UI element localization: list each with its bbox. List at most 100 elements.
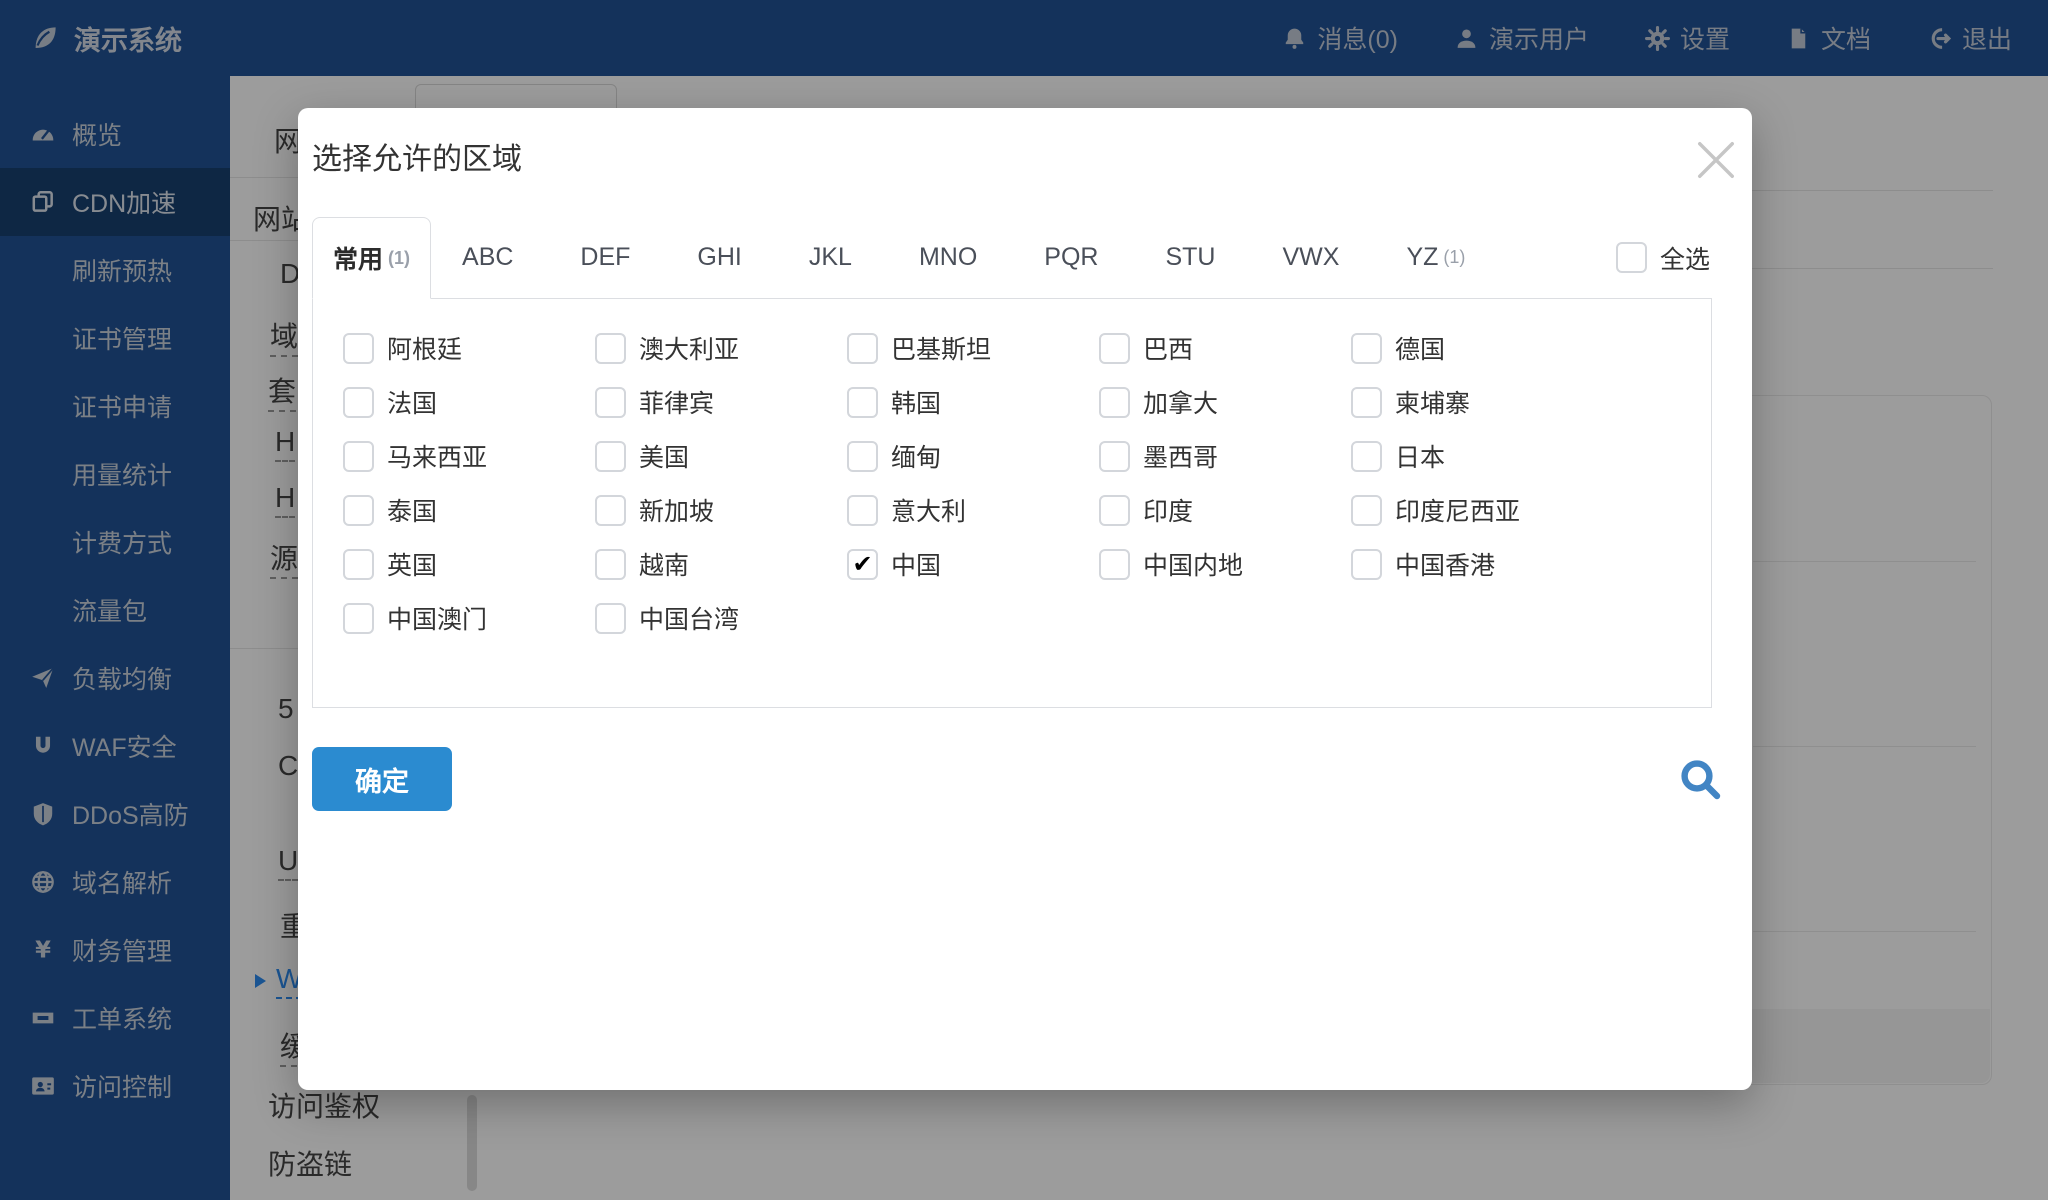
select-all-checkbox[interactable] [1615, 242, 1647, 273]
region-checkbox[interactable]: ✔ [1099, 440, 1130, 472]
tab[interactable]: VWX [1251, 217, 1375, 298]
region-label: 越南 [639, 552, 690, 580]
region-checkbox[interactable]: ✔ [343, 386, 374, 418]
close-icon [1690, 134, 1742, 186]
region-option[interactable]: ✔ 印度尼西亚 [1351, 492, 1603, 528]
region-label: 法国 [387, 390, 438, 418]
region-option[interactable]: ✔ 巴基斯坦 [847, 330, 1099, 366]
region-label: 美国 [639, 444, 690, 472]
tab[interactable]: YZ (1) [1375, 217, 1496, 298]
check-icon: ✔ [852, 549, 873, 578]
region-option[interactable]: ✔ 墨西哥 [1099, 438, 1351, 474]
region-select-modal: 选择允许的区域 全选 常用 (1) ABC DEF GHI JKL MNO PQ… [298, 108, 1752, 1090]
region-option[interactable]: ✔ 泰国 [343, 492, 595, 528]
region-option[interactable]: ✔ 越南 [595, 546, 847, 582]
tab[interactable]: MNO [888, 217, 1013, 298]
region-label: 中国内地 [1143, 552, 1244, 580]
region-option[interactable]: ✔ 澳大利亚 [595, 330, 847, 366]
region-option[interactable]: ✔ 马来西亚 [343, 438, 595, 474]
region-option[interactable]: ✔ 巴西 [1099, 330, 1351, 366]
region-checkbox[interactable]: ✔ [847, 440, 878, 472]
tab[interactable]: STU [1134, 217, 1251, 298]
tab-label: DEF [580, 243, 631, 271]
region-label: 韩国 [891, 390, 942, 418]
region-checkbox[interactable]: ✔ [1351, 332, 1382, 364]
tab-count: (1) [388, 247, 411, 268]
region-checkbox[interactable]: ✔ [1351, 386, 1382, 418]
region-label: 印度尼西亚 [1395, 498, 1521, 526]
search-icon [1676, 755, 1724, 803]
region-checkbox[interactable]: ✔ [1099, 332, 1130, 364]
region-option[interactable]: ✔ 中国香港 [1351, 546, 1603, 582]
region-option[interactable]: ✔ 中国澳门 [343, 600, 595, 636]
region-checkbox[interactable]: ✔ [1351, 440, 1382, 472]
tab[interactable]: PQR [1013, 217, 1134, 298]
region-label: 菲律宾 [639, 390, 715, 418]
region-option[interactable]: ✔ 美国 [595, 438, 847, 474]
tab-bar: 全选 常用 (1) ABC DEF GHI JKL MNO PQR STU VW… [312, 217, 1712, 299]
tab-label: ABC [462, 243, 514, 271]
region-option[interactable]: ✔ 缅甸 [847, 438, 1099, 474]
region-label: 中国 [891, 552, 942, 580]
region-option[interactable]: ✔ 新加坡 [595, 492, 847, 528]
region-checkbox[interactable]: ✔ [847, 494, 878, 526]
region-checkbox[interactable]: ✔ [595, 440, 626, 472]
tab[interactable]: 常用 (1) [312, 217, 432, 299]
region-option[interactable]: ✔ 菲律宾 [595, 384, 847, 420]
region-checkbox[interactable]: ✔ [847, 332, 878, 364]
region-checkbox[interactable]: ✔ [343, 548, 374, 580]
region-checkbox[interactable]: ✔ [595, 332, 626, 364]
search-button[interactable] [1676, 755, 1724, 803]
region-checkbox[interactable]: ✔ [343, 602, 374, 634]
region-panel: ✔ 阿根廷 ✔ 澳大利亚 ✔ 巴基斯坦 ✔ [312, 299, 1712, 708]
tab-label: STU [1165, 243, 1216, 271]
tab-label: JKL [808, 243, 852, 271]
region-option[interactable]: ✔ 印度 [1099, 492, 1351, 528]
region-checkbox[interactable]: ✔ [1099, 494, 1130, 526]
region-option[interactable]: ✔ 日本 [1351, 438, 1603, 474]
region-checkbox[interactable]: ✔ [343, 440, 374, 472]
region-checkbox[interactable]: ✔ [343, 332, 374, 364]
region-checkbox[interactable]: ✔ [1351, 548, 1382, 580]
region-label: 巴基斯坦 [891, 336, 992, 364]
region-grid: ✔ 阿根廷 ✔ 澳大利亚 ✔ 巴基斯坦 ✔ [313, 299, 1711, 645]
region-checkbox[interactable]: ✔ [1099, 386, 1130, 418]
region-label: 新加坡 [639, 498, 715, 526]
region-option[interactable]: ✔ 中国内地 [1099, 546, 1351, 582]
tab[interactable]: ABC [431, 217, 549, 298]
region-label: 德国 [1395, 336, 1446, 364]
region-checkbox[interactable]: ✔ [343, 494, 374, 526]
region-checkbox[interactable]: ✔ [595, 602, 626, 634]
region-option[interactable]: ✔ 法国 [343, 384, 595, 420]
region-option[interactable]: ✔ 韩国 [847, 384, 1099, 420]
region-checkbox[interactable]: ✔ [1351, 494, 1382, 526]
region-option[interactable]: ✔ 中国 [847, 546, 1099, 582]
tab[interactable]: DEF [549, 217, 666, 298]
region-option[interactable]: ✔ 加拿大 [1099, 384, 1351, 420]
select-all-label: 全选 [1659, 245, 1710, 274]
region-checkbox[interactable]: ✔ [847, 386, 878, 418]
region-option[interactable]: ✔ 柬埔寨 [1351, 384, 1603, 420]
region-option[interactable]: ✔ 英国 [343, 546, 595, 582]
region-checkbox[interactable]: ✔ [1099, 548, 1130, 580]
region-label: 加拿大 [1143, 390, 1219, 418]
region-label: 印度 [1143, 498, 1194, 526]
region-checkbox[interactable]: ✔ [595, 548, 626, 580]
tab-count: (1) [1443, 247, 1466, 267]
region-checkbox[interactable]: ✔ [847, 548, 878, 580]
tab[interactable]: JKL [778, 217, 888, 298]
region-label: 澳大利亚 [639, 336, 740, 364]
region-label: 马来西亚 [387, 444, 488, 472]
region-checkbox[interactable]: ✔ [595, 386, 626, 418]
tab[interactable]: GHI [666, 217, 777, 298]
region-label: 中国香港 [1395, 552, 1496, 580]
region-option[interactable]: ✔ 意大利 [847, 492, 1099, 528]
region-option[interactable]: ✔ 德国 [1351, 330, 1603, 366]
close-button[interactable] [1690, 134, 1742, 186]
tab-label: YZ [1406, 243, 1439, 271]
confirm-button[interactable]: 确定 [312, 747, 452, 811]
region-checkbox[interactable]: ✔ [595, 494, 626, 526]
region-option[interactable]: ✔ 中国台湾 [595, 600, 847, 636]
select-all[interactable]: 全选 [1615, 240, 1710, 276]
region-option[interactable]: ✔ 阿根廷 [343, 330, 595, 366]
